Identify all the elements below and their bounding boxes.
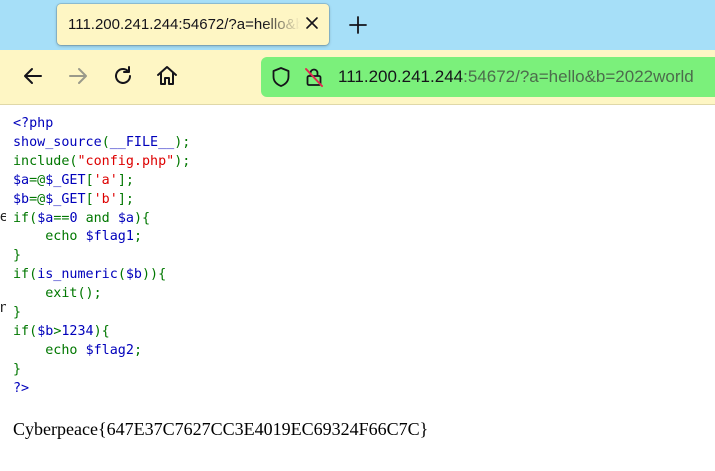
code-line: } [13,247,190,266]
shield-icon[interactable] [270,66,292,88]
code-token: $_GET [45,191,86,207]
code-line: } [13,361,190,380]
code-token: $a [37,210,54,226]
address-bar[interactable]: 111.200.241.244:54672/?a=hello&b=2022wor… [261,57,715,97]
code-token: $b [37,323,54,339]
code-line: show_source(__FILE__); [13,134,190,153]
code-token: 0 [69,210,86,226]
plus-icon[interactable] [347,14,369,36]
back-arrow-icon[interactable] [21,64,45,88]
code-line: if(is_numeric($b)){ [13,266,190,285]
code-line: } [13,304,190,323]
code-token: 1234 [61,323,94,339]
code-token: [ [85,172,94,188]
code-line: $a=@$_GET['a']; [13,172,190,191]
page-content: e n <?php show_source(__FILE__); include("… [0,105,715,471]
code-line: echo $flag2; [13,342,190,361]
code-line: if($b>1234){ [13,323,190,342]
code-token: $b [13,191,30,207]
code-token: ]; [117,172,134,188]
code-token: == [53,210,70,226]
code-token: __FILE__ [109,134,175,150]
code-token: } [13,248,22,264]
browser-tab[interactable]: 111.200.241.244:54672/?a=hello&b=2022wor… [57,4,329,45]
code-token: $flag2 [85,342,134,358]
php-source-code: <?php show_source(__FILE__); include("conf… [13,115,190,399]
code-token: ){ [133,210,151,226]
flag-output: Cyberpeace{647E37C7627CC3E4019EC69324F66… [13,419,429,439]
code-token: ?> [13,380,30,396]
background-text-fragment: e [0,208,6,225]
code-token: $flag1 [85,229,134,245]
code-token: ( [101,134,110,150]
code-token: } [13,305,22,321]
insecure-lock-icon[interactable] [303,66,325,88]
code-token: echo [13,229,86,245]
url-text[interactable]: 111.200.241.244:54672/?a=hello&b=2022wor… [338,67,694,87]
code-token: $a [13,172,30,188]
code-line: <?php [13,115,190,134]
home-icon[interactable] [155,64,179,88]
code-token: include( [13,153,78,169]
code-token: =@ [29,191,46,207]
code-token: "config.php" [77,153,175,169]
code-token: <?php [13,116,54,131]
tab-title: 111.200.241.244:54672/?a=hello&b=2022wor… [68,16,300,33]
code-token: ){ [93,323,110,339]
code-token: ); [174,134,191,150]
close-icon[interactable] [303,14,321,32]
code-token: show_source [13,134,102,150]
code-line: echo $flag1; [13,228,190,247]
code-token: and [85,210,118,226]
code-token: } [13,361,22,377]
url-host: 111.200.241.244 [338,67,464,86]
forward-arrow-icon[interactable] [66,64,90,88]
code-token: if( [13,267,38,283]
code-token: ; [133,342,142,358]
code-token: if( [13,210,38,226]
background-text-fragment: n [0,299,6,316]
code-line: exit(); [13,285,190,304]
tab-strip: 111.200.241.244:54672/?a=hello&b=2022wor… [0,0,715,50]
reload-icon[interactable] [111,64,135,88]
code-token: =@ [29,172,46,188]
code-line: $b=@$_GET['b']; [13,191,190,210]
code-line: ?> [13,380,190,399]
code-token: $_GET [45,172,86,188]
code-token: ); [174,153,191,169]
code-token: 'a' [93,172,118,188]
code-token: 'b' [93,191,118,207]
code-token: echo [13,342,86,358]
code-token: $b [125,267,142,283]
code-token: ( [117,267,126,283]
url-path: :54672/?a=hello&b=2022world [463,67,694,86]
code-token: $a [117,210,134,226]
navigation-toolbar: 111.200.241.244:54672/?a=hello&b=2022wor… [0,50,715,105]
code-token: exit(); [13,286,102,302]
code-token: )){ [142,267,167,283]
code-token: is_numeric [37,267,118,283]
code-token: ; [133,229,142,245]
code-line: if($a==0 and $a){ [13,210,190,229]
code-line: include("config.php"); [13,153,190,172]
code-token: if( [13,323,38,339]
code-token: [ [85,191,94,207]
code-token: ]; [117,191,134,207]
